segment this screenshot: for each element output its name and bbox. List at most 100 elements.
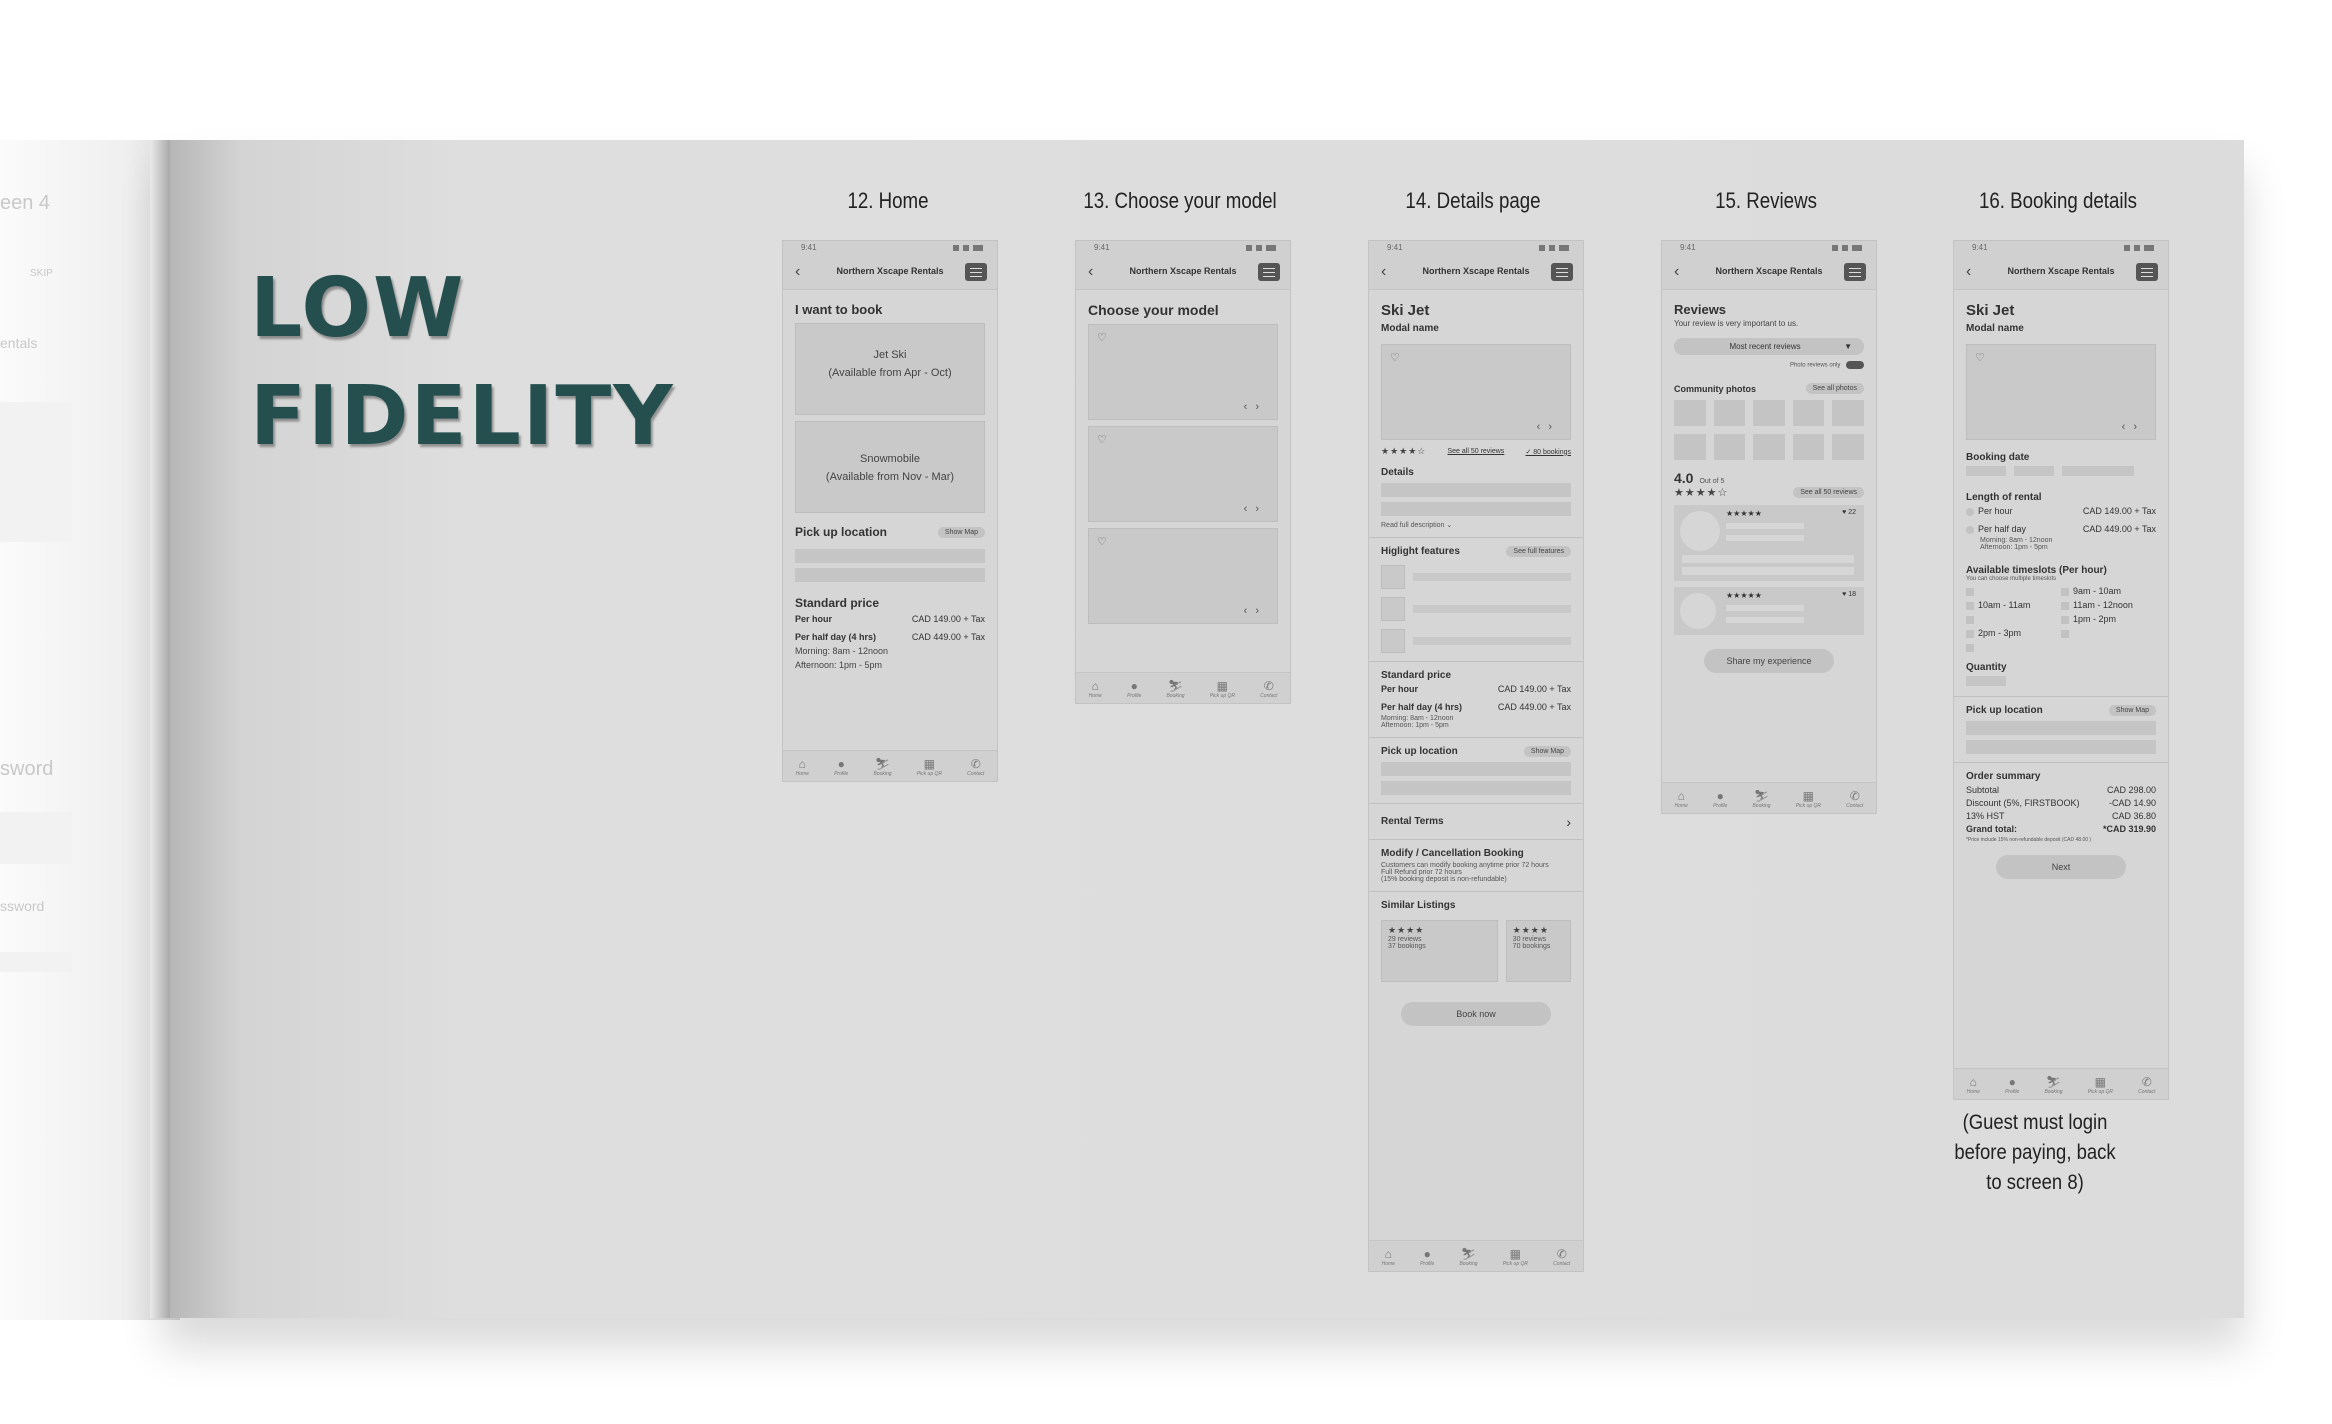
see-photos-button[interactable]: See all photos xyxy=(1805,383,1864,394)
nav-booking[interactable]: ⛷ Booking xyxy=(2044,1075,2062,1095)
menu-icon[interactable] xyxy=(1551,263,1573,281)
carousel-arrows-icon[interactable]: ‹› xyxy=(1244,401,1267,413)
menu-icon[interactable] xyxy=(1844,263,1866,281)
timeslot[interactable] xyxy=(2061,628,2156,638)
photo-thumb[interactable] xyxy=(1674,434,1706,460)
nav-home[interactable]: ⌂ Home xyxy=(1382,1247,1395,1267)
see-features-button[interactable]: See full features xyxy=(1506,546,1571,557)
nav-contact[interactable]: ✆ Contact xyxy=(967,757,984,777)
nav-booking[interactable]: ⛷ Booking xyxy=(873,757,891,777)
carousel-arrows-icon[interactable]: ‹› xyxy=(1537,421,1560,433)
timeslot[interactable]: 1pm - 2pm xyxy=(2061,614,2156,624)
phone-booking: 9:41 ‹ Northern Xscape Rentals Ski Jet M… xyxy=(1953,240,2169,1100)
photo-thumb[interactable] xyxy=(1713,434,1746,460)
heart-icon[interactable]: ♡ xyxy=(1390,351,1400,364)
carousel-arrows-icon[interactable]: ‹› xyxy=(1244,605,1267,617)
nav-contact[interactable]: ✆ Contact xyxy=(2138,1075,2155,1095)
heart-icon[interactable]: ♡ xyxy=(1097,433,1107,446)
timeslot[interactable] xyxy=(1966,586,2061,596)
similar-listing-card[interactable]: ★★★★ 29 reviews 37 bookings xyxy=(1381,920,1498,982)
nav-qr[interactable]: ▦ Pick up QR xyxy=(1210,679,1235,699)
model-card[interactable]: ♡ ‹› xyxy=(1088,528,1278,624)
photo-thumb[interactable] xyxy=(1832,400,1864,426)
timeslot[interactable]: 11am - 12noon xyxy=(2061,600,2156,610)
timeslot[interactable]: 10am - 11am xyxy=(1966,600,2061,610)
day-select[interactable] xyxy=(2014,466,2054,476)
read-more-link[interactable]: Read full description ⌄ xyxy=(1381,521,1571,529)
left-page-block xyxy=(0,812,72,864)
photo-thumb[interactable] xyxy=(1792,400,1825,426)
timeslot[interactable] xyxy=(1966,642,2061,652)
nav-booking[interactable]: ⛷ Booking xyxy=(1459,1247,1477,1267)
photo-toggle-row: Photo reviews only xyxy=(1674,361,1864,369)
details-heading: Details xyxy=(1381,467,1414,478)
likes-count[interactable]: ♥ 18 xyxy=(1842,591,1856,598)
see-reviews-button[interactable]: See all 50 reviews xyxy=(1793,487,1864,498)
nav-home[interactable]: ⌂ Home xyxy=(1089,679,1102,699)
likes-count[interactable]: ♥ 22 xyxy=(1842,509,1856,516)
timeslot[interactable]: 2pm - 3pm xyxy=(1966,628,2061,638)
option-per-hour[interactable]: Per hour CAD 149.00 + Tax xyxy=(1966,506,2156,516)
nav-profile[interactable]: ● Profile xyxy=(1713,789,1727,809)
year-select[interactable] xyxy=(2062,466,2134,476)
share-button[interactable]: Share my experience xyxy=(1704,649,1834,673)
rental-terms-row[interactable]: Rental Terms › xyxy=(1381,812,1571,831)
summary-value: CAD 298.00 xyxy=(2106,785,2156,795)
next-button[interactable]: Next xyxy=(1996,855,2126,879)
nav-booking[interactable]: ⛷ Booking xyxy=(1752,789,1770,809)
menu-icon[interactable] xyxy=(1258,263,1280,281)
heart-icon[interactable]: ♡ xyxy=(1097,331,1107,344)
reviews-subtitle: Your review is very important to us. xyxy=(1674,319,1799,328)
jetski-card[interactable]: Jet Ski (Available from Apr - Oct) xyxy=(795,323,985,415)
nav-booking[interactable]: ⛷ Booking xyxy=(1166,679,1184,699)
screen-label: 12. Home xyxy=(847,188,929,213)
nav-contact[interactable]: ✆ Contact xyxy=(1553,1247,1570,1267)
nav-profile[interactable]: ● Profile xyxy=(1127,679,1141,699)
menu-icon[interactable] xyxy=(965,263,987,281)
carousel-arrows-icon[interactable]: ‹› xyxy=(1244,503,1267,515)
heart-icon[interactable]: ♡ xyxy=(1097,535,1107,548)
show-map-button[interactable]: Show Map xyxy=(2108,705,2156,716)
title-line: LOW xyxy=(250,261,466,356)
heart-icon[interactable]: ♡ xyxy=(1975,351,1985,364)
quantity-select[interactable] xyxy=(1966,676,2006,686)
nav-profile[interactable]: ● Profile xyxy=(2005,1075,2019,1095)
photo-toggle[interactable] xyxy=(1846,361,1864,369)
nav-qr[interactable]: ▦ Pick up QR xyxy=(2088,1075,2113,1095)
menu-icon[interactable] xyxy=(2136,263,2158,281)
nav-home[interactable]: ⌂ Home xyxy=(1675,789,1688,809)
chevron-right-icon: › xyxy=(1566,813,1571,830)
sort-dropdown[interactable]: Most recent reviews ▼ xyxy=(1674,338,1864,355)
nav-contact[interactable]: ✆ Contact xyxy=(1260,679,1277,699)
page-title: LOW FIDELITY xyxy=(250,255,675,471)
price-value: CAD 449.00 + Tax xyxy=(911,632,985,642)
similar-listing-card[interactable]: ★★★★ 30 reviews 70 bookings xyxy=(1505,920,1571,982)
nav-profile[interactable]: ● Profile xyxy=(834,757,848,777)
nav-home[interactable]: ⌂ Home xyxy=(796,757,809,777)
nav-home[interactable]: ⌂ Home xyxy=(1967,1075,1980,1095)
model-card[interactable]: ♡ ‹› xyxy=(1088,324,1278,420)
month-select[interactable] xyxy=(1966,466,2006,476)
timeslot[interactable] xyxy=(1966,614,2061,624)
book-now-button[interactable]: Book now xyxy=(1401,1002,1551,1026)
nav-qr[interactable]: ▦ Pick up QR xyxy=(917,757,942,777)
nav-contact[interactable]: ✆ Contact xyxy=(1846,789,1863,809)
photo-thumb[interactable] xyxy=(1753,400,1785,426)
nav-profile[interactable]: ● Profile xyxy=(1420,1247,1434,1267)
snowmobile-card[interactable]: Snowmobile (Available from Nov - Mar) xyxy=(795,421,985,513)
photo-thumb[interactable] xyxy=(1832,434,1864,460)
nav-qr[interactable]: ▦ Pick up QR xyxy=(1503,1247,1528,1267)
timeslot[interactable]: 9am - 10am xyxy=(2061,586,2156,596)
photo-thumb[interactable] xyxy=(1713,400,1746,426)
nav-qr[interactable]: ▦ Pick up QR xyxy=(1796,789,1821,809)
photo-thumb[interactable] xyxy=(1674,400,1706,426)
booking-icon: ⛷ xyxy=(874,757,891,771)
show-map-button[interactable]: Show Map xyxy=(937,526,985,538)
see-reviews-link[interactable]: See all 50 reviews xyxy=(1447,448,1504,455)
model-card[interactable]: ♡ ‹› xyxy=(1088,426,1278,522)
show-map-button[interactable]: Show Map xyxy=(1523,746,1571,757)
photo-thumb[interactable] xyxy=(1792,434,1825,460)
photo-thumb[interactable] xyxy=(1753,434,1785,460)
carousel-arrows-icon[interactable]: ‹› xyxy=(2122,421,2145,433)
option-half-day[interactable]: Per half day CAD 449.00 + Tax xyxy=(1966,524,2156,534)
